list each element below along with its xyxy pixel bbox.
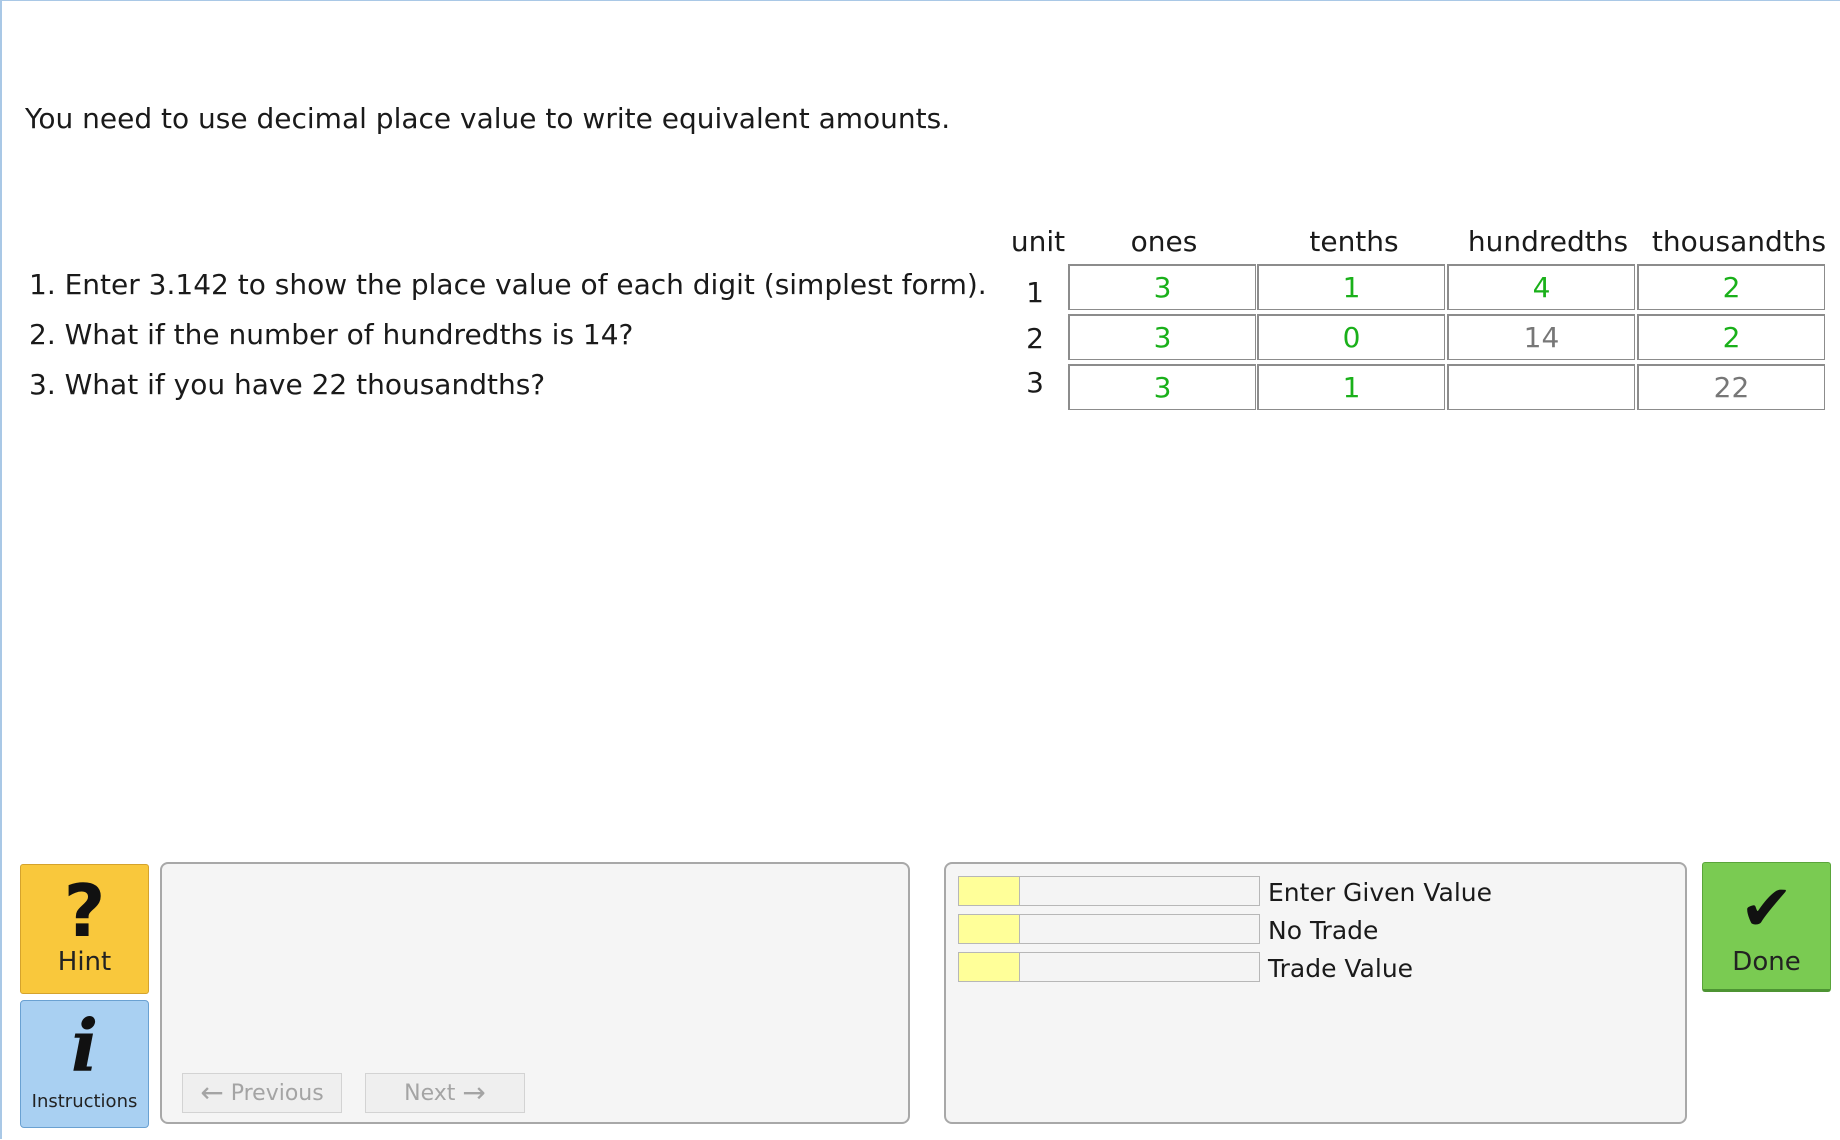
question-3: 3. What if you have 22 thousandths? [29, 368, 546, 401]
skill-label-trade-value: Trade Value [1268, 954, 1414, 983]
instructions-button[interactable]: i Instructions [20, 1000, 149, 1128]
header-thousandths: thousandths [1651, 225, 1827, 258]
info-icon: i [70, 1003, 99, 1088]
previous-label: Previous [230, 1081, 324, 1106]
instructions-label: Instructions [31, 1091, 138, 1112]
question-2: 2. What if the number of hundredths is 1… [29, 318, 634, 351]
row-unit-2: 2 [1026, 322, 1044, 355]
done-button[interactable]: ✔ Done [1702, 862, 1831, 992]
row-unit-1: 1 [1026, 276, 1044, 309]
cell-r1-thousandths[interactable]: 2 [1637, 264, 1825, 310]
skill-label-no-trade: No Trade [1268, 916, 1379, 945]
skill-label-enter-given-value: Enter Given Value [1268, 878, 1492, 907]
next-button[interactable]: Next → [365, 1073, 525, 1113]
hint-label: Hint [57, 947, 112, 977]
header-ones: ones [1130, 225, 1198, 258]
cell-r2-ones[interactable]: 3 [1068, 314, 1256, 360]
skill-bar-fill [959, 953, 1020, 981]
row-unit-3: 3 [1026, 366, 1044, 399]
cell-r3-ones[interactable]: 3 [1068, 364, 1256, 410]
next-label: Next [404, 1081, 456, 1106]
question-mark-icon: ? [63, 869, 106, 953]
skill-bar-enter-given-value [958, 876, 1260, 906]
done-label: Done [1732, 947, 1801, 977]
skill-bar-trade-value [958, 952, 1260, 982]
checkmark-icon: ✔ [1739, 872, 1794, 946]
header-unit: unit [1010, 225, 1066, 258]
cell-r3-hundredths[interactable] [1447, 364, 1635, 410]
problem-intro: You need to use decimal place value to w… [25, 102, 951, 135]
cell-r3-tenths[interactable]: 1 [1257, 364, 1445, 410]
skill-bar-fill [959, 915, 1020, 943]
cell-r1-tenths[interactable]: 1 [1257, 264, 1445, 310]
skill-bar-no-trade [958, 914, 1260, 944]
cell-r2-thousandths[interactable]: 2 [1637, 314, 1825, 360]
arrow-left-icon: ← [200, 1076, 224, 1109]
cell-r1-hundredths[interactable]: 4 [1447, 264, 1635, 310]
header-hundredths: hundredths [1467, 225, 1629, 258]
hint-button[interactable]: ? Hint [20, 864, 149, 994]
arrow-right-icon: → [462, 1076, 486, 1109]
cell-r2-hundredths[interactable]: 14 [1447, 314, 1635, 360]
cell-r1-ones[interactable]: 3 [1068, 264, 1256, 310]
cell-r2-tenths[interactable]: 0 [1257, 314, 1445, 360]
previous-button[interactable]: ← Previous [182, 1073, 342, 1113]
skill-panel: Enter Given Value No Trade Trade Value [944, 862, 1687, 1124]
question-1: 1. Enter 3.142 to show the place value o… [29, 268, 987, 301]
header-tenths: tenths [1309, 225, 1399, 258]
cell-r3-thousandths[interactable]: 22 [1637, 364, 1825, 410]
skill-bar-fill [959, 877, 1020, 905]
